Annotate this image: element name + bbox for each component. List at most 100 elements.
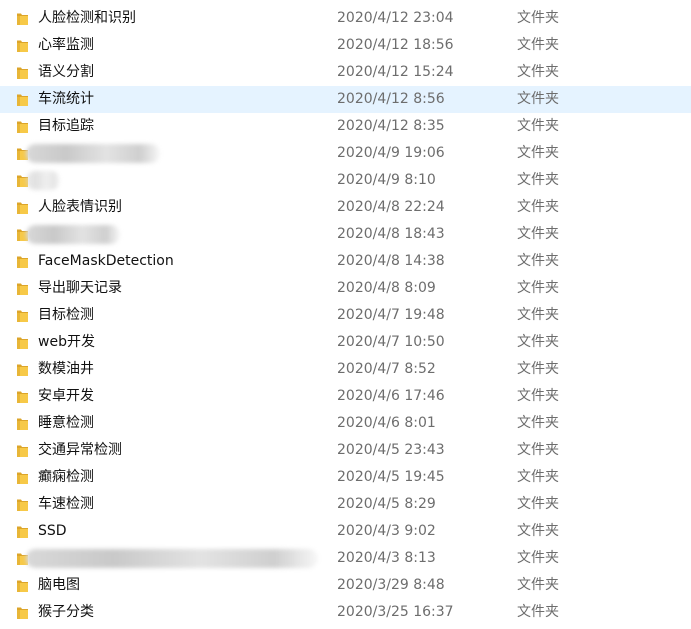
folder-icon	[16, 498, 29, 512]
file-type: 文件夹	[517, 604, 559, 620]
file-date-modified: 2020/4/5 23:43	[337, 442, 445, 458]
file-name: SSD	[38, 523, 67, 539]
file-type: 文件夹	[517, 91, 559, 107]
redacted-name-blur	[26, 144, 160, 163]
file-name: FaceMaskDetection	[38, 253, 174, 269]
file-row[interactable]: 癫痫检测 2020/4/5 19:45 文件夹	[0, 464, 691, 491]
file-name: 交通异常检测	[38, 442, 122, 458]
file-row[interactable]: 目标检测 2020/4/7 19:48 文件夹	[0, 302, 691, 329]
file-date-modified: 2020/4/7 8:52	[337, 361, 436, 377]
file-type: 文件夹	[517, 307, 559, 323]
redacted-name-blur	[26, 549, 318, 568]
file-date-modified: 2020/4/6 17:46	[337, 388, 445, 404]
file-type: 文件夹	[517, 199, 559, 215]
file-date-modified: 2020/4/6 8:01	[337, 415, 436, 431]
file-name: 脑电图	[38, 577, 80, 593]
file-name: 心率监测	[38, 37, 94, 53]
file-type: 文件夹	[517, 145, 559, 161]
file-name: 目标检测	[38, 307, 94, 323]
file-type: 文件夹	[517, 118, 559, 134]
file-list: 人脸检测和识别 2020/4/12 23:04 文件夹 心率监测 2020/4/…	[0, 5, 691, 626]
folder-icon	[16, 444, 29, 458]
folder-icon	[16, 417, 29, 431]
file-type: 文件夹	[517, 37, 559, 53]
file-row[interactable]: 猴子分类 2020/3/25 16:37 文件夹	[0, 599, 691, 626]
file-name: 目标追踪	[38, 118, 94, 134]
file-name: 导出聊天记录	[38, 280, 122, 296]
folder-icon	[16, 363, 29, 377]
file-row[interactable]: 安卓开发 2020/4/6 17:46 文件夹	[0, 383, 691, 410]
file-date-modified: 2020/4/9 8:10	[337, 172, 436, 188]
file-type: 文件夹	[517, 550, 559, 566]
file-name: 车速检测	[38, 496, 94, 512]
file-date-modified: 2020/4/12 8:56	[337, 91, 445, 107]
file-name: web开发	[38, 334, 95, 350]
file-row[interactable]: 数模油井 2020/4/7 8:52 文件夹	[0, 356, 691, 383]
file-row[interactable]: 2020/4/8 18:43 文件夹	[0, 221, 691, 248]
file-type: 文件夹	[517, 388, 559, 404]
file-row[interactable]: 2020/4/9 8:10 文件夹	[0, 167, 691, 194]
folder-icon	[16, 309, 29, 323]
file-date-modified: 2020/4/3 9:02	[337, 523, 436, 539]
folder-icon	[16, 120, 29, 134]
folder-icon	[16, 255, 29, 269]
file-row[interactable]: 车速检测 2020/4/5 8:29 文件夹	[0, 491, 691, 518]
folder-icon	[16, 39, 29, 53]
file-date-modified: 2020/4/12 15:24	[337, 64, 454, 80]
file-date-modified: 2020/4/3 8:13	[337, 550, 436, 566]
folder-icon	[16, 336, 29, 350]
folder-icon	[16, 282, 29, 296]
file-type: 文件夹	[517, 334, 559, 350]
file-type: 文件夹	[517, 64, 559, 80]
folder-icon	[16, 390, 29, 404]
file-row[interactable]: 2020/4/9 19:06 文件夹	[0, 140, 691, 167]
file-name: 语义分割	[38, 64, 94, 80]
file-date-modified: 2020/4/9 19:06	[337, 145, 445, 161]
file-type: 文件夹	[517, 226, 559, 242]
file-type: 文件夹	[517, 280, 559, 296]
file-type: 文件夹	[517, 523, 559, 539]
file-row[interactable]: 睡意检测 2020/4/6 8:01 文件夹	[0, 410, 691, 437]
file-type: 文件夹	[517, 253, 559, 269]
file-type: 文件夹	[517, 172, 559, 188]
file-name: 睡意检测	[38, 415, 94, 431]
file-row[interactable]: 交通异常检测 2020/4/5 23:43 文件夹	[0, 437, 691, 464]
file-row[interactable]: web开发 2020/4/7 10:50 文件夹	[0, 329, 691, 356]
file-row[interactable]: 脑电图 2020/3/29 8:48 文件夹	[0, 572, 691, 599]
folder-icon	[16, 471, 29, 485]
folder-icon	[16, 93, 29, 107]
folder-icon	[16, 66, 29, 80]
file-name: 安卓开发	[38, 388, 94, 404]
file-date-modified: 2020/3/29 8:48	[337, 577, 445, 593]
folder-icon	[16, 525, 29, 539]
file-name: 癫痫检测	[38, 469, 94, 485]
file-row-selected[interactable]: 车流统计 2020/4/12 8:56 文件夹	[0, 86, 691, 113]
file-date-modified: 2020/4/7 10:50	[337, 334, 445, 350]
file-row[interactable]: 人脸表情识别 2020/4/8 22:24 文件夹	[0, 194, 691, 221]
file-name: 人脸表情识别	[38, 199, 122, 215]
file-row[interactable]: SSD 2020/4/3 9:02 文件夹	[0, 518, 691, 545]
file-date-modified: 2020/4/7 19:48	[337, 307, 445, 323]
file-name: 车流统计	[38, 91, 94, 107]
file-date-modified: 2020/4/8 18:43	[337, 226, 445, 242]
file-row[interactable]: 人脸检测和识别 2020/4/12 23:04 文件夹	[0, 5, 691, 32]
file-type: 文件夹	[517, 442, 559, 458]
file-date-modified: 2020/4/5 8:29	[337, 496, 436, 512]
file-row[interactable]: FaceMaskDetection 2020/4/8 14:38 文件夹	[0, 248, 691, 275]
file-type: 文件夹	[517, 577, 559, 593]
file-date-modified: 2020/4/12 8:35	[337, 118, 445, 134]
file-date-modified: 2020/4/8 14:38	[337, 253, 445, 269]
file-row[interactable]: 目标追踪 2020/4/12 8:35 文件夹	[0, 113, 691, 140]
file-type: 文件夹	[517, 10, 559, 26]
file-date-modified: 2020/4/8 22:24	[337, 199, 445, 215]
file-row[interactable]: 心率监测 2020/4/12 18:56 文件夹	[0, 32, 691, 59]
redacted-name-blur	[26, 225, 120, 244]
folder-icon	[16, 201, 29, 215]
file-type: 文件夹	[517, 361, 559, 377]
file-date-modified: 2020/3/25 16:37	[337, 604, 454, 620]
file-row[interactable]: 导出聊天记录 2020/4/8 8:09 文件夹	[0, 275, 691, 302]
file-row[interactable]: 2020/4/3 8:13 文件夹	[0, 545, 691, 572]
file-name: 猴子分类	[38, 604, 94, 620]
file-date-modified: 2020/4/12 23:04	[337, 10, 454, 26]
file-row[interactable]: 语义分割 2020/4/12 15:24 文件夹	[0, 59, 691, 86]
